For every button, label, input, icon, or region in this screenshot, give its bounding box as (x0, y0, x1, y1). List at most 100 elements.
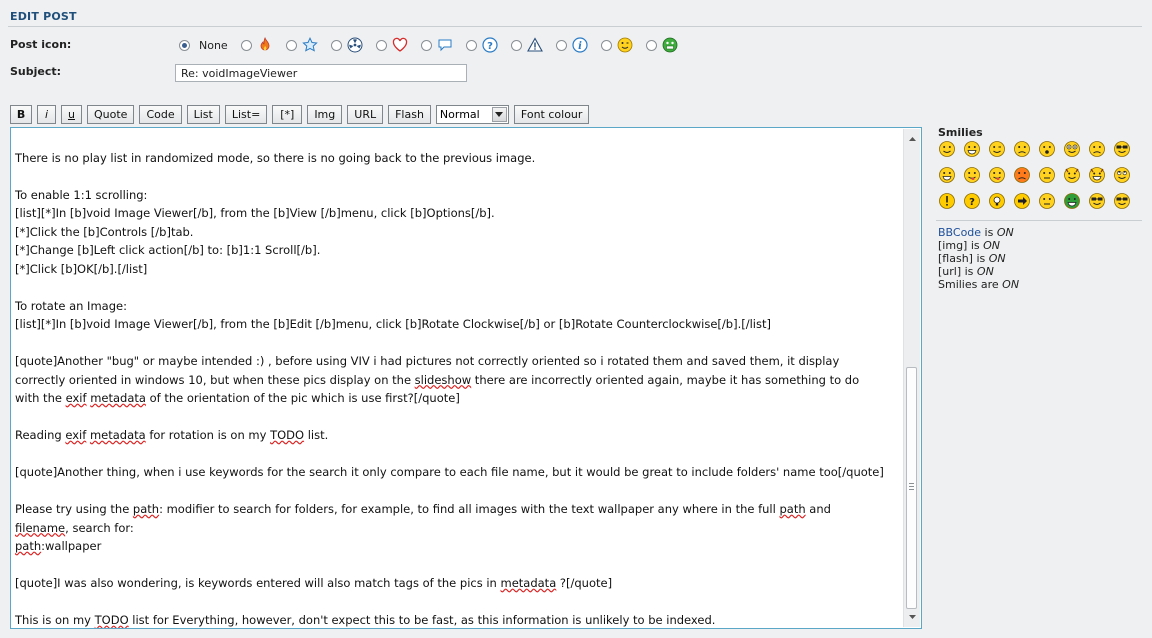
img-button[interactable]: Img (307, 105, 343, 124)
quote-button[interactable]: Quote (87, 105, 135, 124)
bbcode-toolbar: B i u Quote Code List List= [*] Img URL … (10, 105, 594, 124)
twisted-icon[interactable] (1088, 166, 1106, 184)
arrow-icon[interactable] (1013, 192, 1031, 210)
idea-icon[interactable] (988, 192, 1006, 210)
tongue-icon[interactable] (988, 166, 1006, 184)
razz-icon[interactable] (963, 166, 981, 184)
question-icon[interactable]: ? (963, 192, 981, 210)
smilies-title: Smilies (938, 126, 983, 139)
radio-heart[interactable] (375, 39, 387, 51)
grin-smiley-icon (662, 37, 678, 53)
smilies-status: Smilies are ON (938, 278, 1020, 291)
mad-icon[interactable] (1013, 166, 1031, 184)
star-icon (301, 37, 318, 52)
neutral2-icon[interactable] (1038, 192, 1056, 210)
wink-smiley-icon (617, 37, 633, 53)
font-colour-button[interactable]: Font colour (513, 105, 590, 124)
post-icon-label: Post icon: (10, 38, 72, 51)
evil-icon[interactable] (1063, 166, 1081, 184)
grin-icon[interactable] (938, 166, 956, 184)
exclaim-icon[interactable] (938, 192, 956, 210)
radio-fire[interactable] (240, 39, 252, 51)
editor-line: To rotate an Image: (15, 298, 127, 313)
bbcode-link[interactable]: BBCode (938, 226, 981, 239)
eek-icon[interactable] (1063, 140, 1081, 158)
laugh-icon[interactable] (963, 140, 981, 158)
editor-line: Please try using the path: modifier to s… (15, 502, 831, 516)
surprised-icon[interactable] (1038, 140, 1056, 158)
message-textarea[interactable]: There is no play list in randomized mode… (10, 127, 922, 629)
cool-icon[interactable] (1113, 140, 1131, 158)
scrollbar-thumb[interactable] (906, 367, 917, 609)
list-button[interactable]: List (186, 105, 220, 124)
radio-info[interactable] (555, 39, 567, 51)
message-text[interactable]: There is no play list in randomized mode… (15, 130, 901, 628)
url-status: [url] is ON (938, 265, 994, 278)
subject-input[interactable] (175, 64, 467, 82)
editor-line: To enable 1:1 scrolling: (15, 187, 148, 202)
img-status: [img] is ON (938, 239, 1001, 252)
post-icon-option-none[interactable]: None (179, 39, 228, 52)
wink-icon[interactable] (988, 140, 1006, 158)
bbcode-status-list: BBCode is ON [img] is ON [flash] is ON [… (938, 226, 1019, 291)
post-icon-option-radioactive[interactable] (330, 37, 363, 53)
post-icon-option-heart[interactable] (375, 37, 408, 53)
radio-none[interactable] (179, 39, 190, 51)
scroll-down-icon[interactable] (904, 609, 920, 625)
smile-icon[interactable] (938, 140, 956, 158)
code-button[interactable]: Code (139, 105, 182, 124)
post-icon-option-star[interactable] (285, 37, 318, 53)
font-size-select[interactable]: Normal (435, 105, 509, 124)
question-icon: ? (482, 37, 498, 53)
roll-eyes-icon[interactable] (1113, 166, 1131, 184)
flash-button[interactable]: Flash (388, 105, 431, 124)
post-icon-option-wink[interactable] (600, 37, 633, 53)
geek-icon[interactable] (1088, 192, 1106, 210)
post-icon-option-fire[interactable] (240, 37, 273, 53)
editor-line: [list][*]In [b]void Image Viewer[/b], fr… (15, 317, 771, 331)
uber-geek-icon[interactable] (1113, 192, 1131, 210)
editor-line: path:wallpaper (15, 539, 102, 553)
sad-icon[interactable] (1013, 140, 1031, 158)
editor-line: This is on my TODO list for Everything, … (15, 613, 716, 627)
editor-line: filename, search for: (15, 520, 134, 535)
editor-line: Reading exif metadata for rotation is on… (15, 428, 329, 442)
post-icon-option-question[interactable]: ? (465, 37, 498, 53)
radio-wink[interactable] (600, 39, 612, 51)
confused-icon[interactable] (1088, 140, 1106, 158)
radio-star[interactable] (285, 39, 297, 51)
editor-line: [*]Click the [b]Controls [/b]tab. (15, 224, 194, 239)
underline-button[interactable]: u (61, 105, 82, 124)
list-item-button[interactable]: [*] (272, 105, 303, 124)
italic-button[interactable]: i (37, 105, 56, 124)
post-icon-option-grin[interactable] (645, 37, 678, 53)
radio-question[interactable] (465, 39, 477, 51)
post-icon-option-warning[interactable] (510, 37, 543, 53)
subject-label: Subject: (10, 65, 62, 78)
radio-warning[interactable] (510, 39, 522, 51)
post-icon-option-info[interactable]: i (555, 37, 588, 53)
chevron-down-icon[interactable] (491, 107, 507, 122)
scroll-up-icon[interactable] (904, 131, 920, 147)
radio-grin[interactable] (645, 39, 657, 51)
bold-button[interactable]: B (10, 105, 32, 124)
radio-speech[interactable] (420, 39, 432, 51)
editor-scrollbar[interactable] (903, 129, 920, 627)
green-icon[interactable] (1063, 192, 1081, 210)
url-button[interactable]: URL (347, 105, 384, 124)
radio-radioactive[interactable] (330, 39, 342, 51)
smilies-divider (936, 220, 1142, 221)
smilies-grid: ? (938, 140, 1138, 218)
post-icon-option-speech[interactable] (420, 37, 453, 53)
list-ordered-button[interactable]: List= (224, 105, 268, 124)
neutral-icon[interactable] (1038, 166, 1056, 184)
editor-line: [quote]I was also wondering, is keywords… (15, 576, 613, 590)
editor-line: [*]Change [b]Left click action[/b] to: [… (15, 243, 321, 257)
